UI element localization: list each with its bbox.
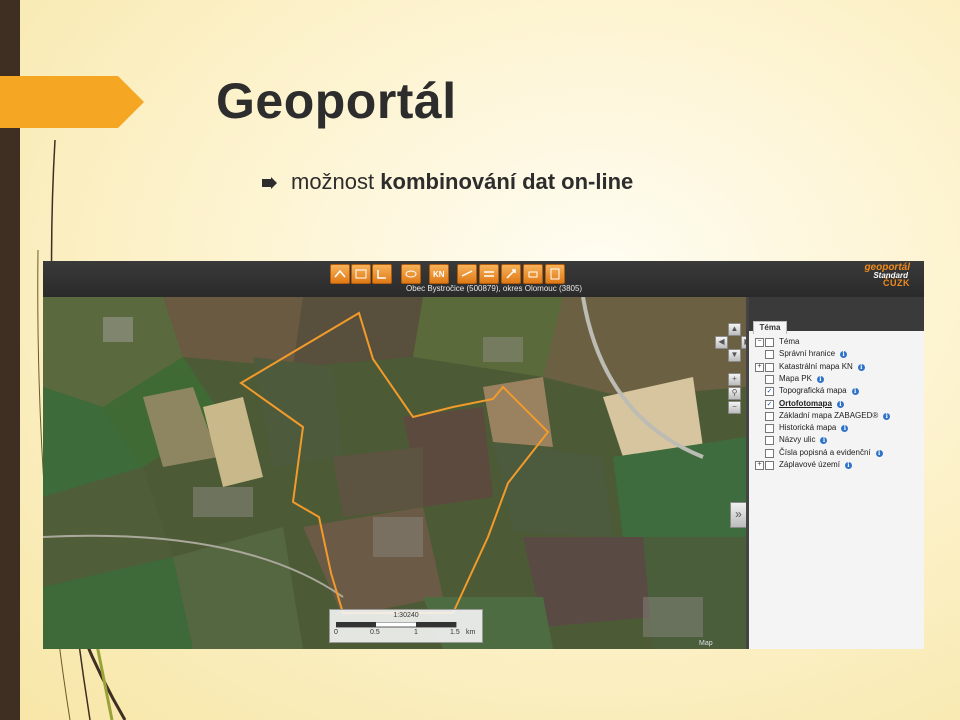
- layer-checkbox[interactable]: [765, 338, 774, 347]
- brand-logo-bottom: ČÚZK: [883, 278, 910, 288]
- scale-tick: 1.5: [450, 629, 460, 636]
- slide-title: Geoportál: [216, 73, 457, 129]
- tab-tema[interactable]: Téma: [753, 321, 787, 334]
- map-view[interactable]: ▲ ◀ ▶ ▼ + ⚲ − » 1:30240 0 0.5 1 1.5 km M: [43, 297, 746, 649]
- pan-right-button[interactable]: ▶: [741, 336, 746, 349]
- print-icon[interactable]: [523, 264, 543, 284]
- expand-icon[interactable]: +: [755, 461, 764, 470]
- zoom-search-icon[interactable]: ⚲: [728, 387, 741, 400]
- layer-label-text: Základní mapa ZABAGED®: [779, 410, 879, 420]
- layer-label: Základní mapa ZABAGED® i: [779, 410, 891, 420]
- info-icon[interactable]: i: [816, 375, 824, 383]
- orthophoto-map[interactable]: [43, 297, 746, 649]
- info-icon[interactable]: i: [857, 363, 865, 371]
- move-icon[interactable]: [330, 264, 350, 284]
- info-icon[interactable]: i: [841, 425, 849, 433]
- info-icon[interactable]: i: [875, 449, 883, 457]
- info-icon[interactable]: i: [883, 412, 891, 420]
- layer-label-text: Čísla popisná a evidenční: [779, 447, 871, 457]
- arrow-bullet-icon: [262, 177, 277, 189]
- layer-label: Záplavové území i: [779, 460, 852, 469]
- select-icon[interactable]: [351, 264, 371, 284]
- layer-label-text: Správní hranice: [779, 349, 836, 359]
- info-icon[interactable]: i: [851, 388, 859, 396]
- pan-down-button[interactable]: ▼: [728, 349, 741, 362]
- scale-bar: 1:30240 0 0.5 1 1.5 km: [329, 609, 483, 643]
- toolbar: KN Obec Bystročice (500879), okres Olomo…: [43, 261, 924, 297]
- layer-checkbox[interactable]: [765, 436, 774, 446]
- pan-up-button[interactable]: ▲: [728, 323, 741, 336]
- location-text: Obec Bystročice (500879), okres Olomouc …: [406, 284, 583, 293]
- layer-label: Ortofotomapa i: [779, 399, 844, 408]
- layer-label: Katastrální mapa KN i: [779, 362, 865, 371]
- kn-label: KN: [433, 270, 445, 279]
- measure-icon[interactable]: [372, 264, 392, 284]
- layer-label: Téma: [779, 337, 799, 346]
- layer-label-text: Téma: [779, 337, 800, 346]
- title-arrow: [0, 76, 144, 128]
- layer-label: Mapa PK i: [779, 374, 824, 383]
- info-icon[interactable]: i: [820, 437, 828, 445]
- layer-label: Správní hranice i: [779, 349, 848, 359]
- bullet-plain: možnost: [291, 169, 381, 194]
- info-icon[interactable]: i: [844, 462, 852, 469]
- collapse-panel-button[interactable]: »: [730, 502, 746, 528]
- layer-label: Historická mapa i: [779, 423, 849, 433]
- layer-checkbox[interactable]: ✓: [765, 387, 774, 397]
- panel-header: Téma: [749, 297, 924, 334]
- scale-tick: 1: [414, 629, 418, 636]
- layer-checkbox[interactable]: ✓: [765, 399, 774, 409]
- layer-label-text: Mapa PK: [779, 373, 812, 383]
- zoom-in-button[interactable]: +: [728, 373, 741, 386]
- scale-tick: 0.5: [370, 629, 380, 636]
- scale-tick: 0: [334, 629, 338, 636]
- expand-icon[interactable]: +: [755, 362, 764, 372]
- pan-left-button[interactable]: ◀: [715, 336, 728, 349]
- geoportal-app: KN Obec Bystročice (500879), okres Olomo…: [43, 261, 924, 649]
- collapse-icon[interactable]: −: [755, 338, 764, 347]
- save-icon[interactable]: [545, 264, 565, 284]
- layer-label-text: Katastrální mapa KN: [779, 361, 853, 371]
- kn-button[interactable]: KN: [429, 264, 449, 284]
- zoom-out-button[interactable]: −: [728, 401, 741, 414]
- info-icon[interactable]: i: [840, 351, 848, 359]
- tools-icon[interactable]: [501, 264, 521, 284]
- scale-graphic: [336, 622, 457, 628]
- layer-checkbox[interactable]: [765, 448, 774, 458]
- layer-label: Názvy ulic i: [779, 435, 828, 445]
- scale-tick: km: [466, 629, 476, 636]
- layer-label-text: Ortofotomapa: [779, 398, 832, 408]
- info-icon[interactable]: i: [836, 400, 844, 408]
- layer-label: Čísla popisná a evidenční i: [779, 448, 883, 457]
- layer-checkbox[interactable]: [765, 411, 774, 421]
- layer-label-text: Názvy ulic: [779, 435, 816, 445]
- layer-checkbox[interactable]: [765, 461, 774, 470]
- layer-checkbox[interactable]: [765, 374, 774, 384]
- layer-checkbox[interactable]: [765, 362, 774, 372]
- layer-checkbox[interactable]: [765, 350, 774, 360]
- layer-label-text: Historická mapa: [779, 423, 837, 433]
- draw-icon[interactable]: [401, 264, 421, 284]
- bullet-text: možnost kombinování dat on-line: [291, 169, 633, 195]
- layer-label-text: Záplavové území: [779, 460, 840, 469]
- layers-icon[interactable]: [457, 264, 477, 284]
- scale-ratio: 1:30240: [393, 612, 419, 619]
- legend-icon[interactable]: [479, 264, 499, 284]
- layer-label: Topografická mapa i: [779, 386, 859, 396]
- map-credit: Map: [699, 640, 713, 647]
- layer-checkbox[interactable]: [765, 424, 774, 434]
- layer-label-text: Topografická mapa: [779, 386, 847, 396]
- bullet-bold: kombinování dat on-line: [380, 169, 634, 194]
- layer-panel: Téma − Téma Správní hranice i + Katastrální m…: [749, 297, 924, 649]
